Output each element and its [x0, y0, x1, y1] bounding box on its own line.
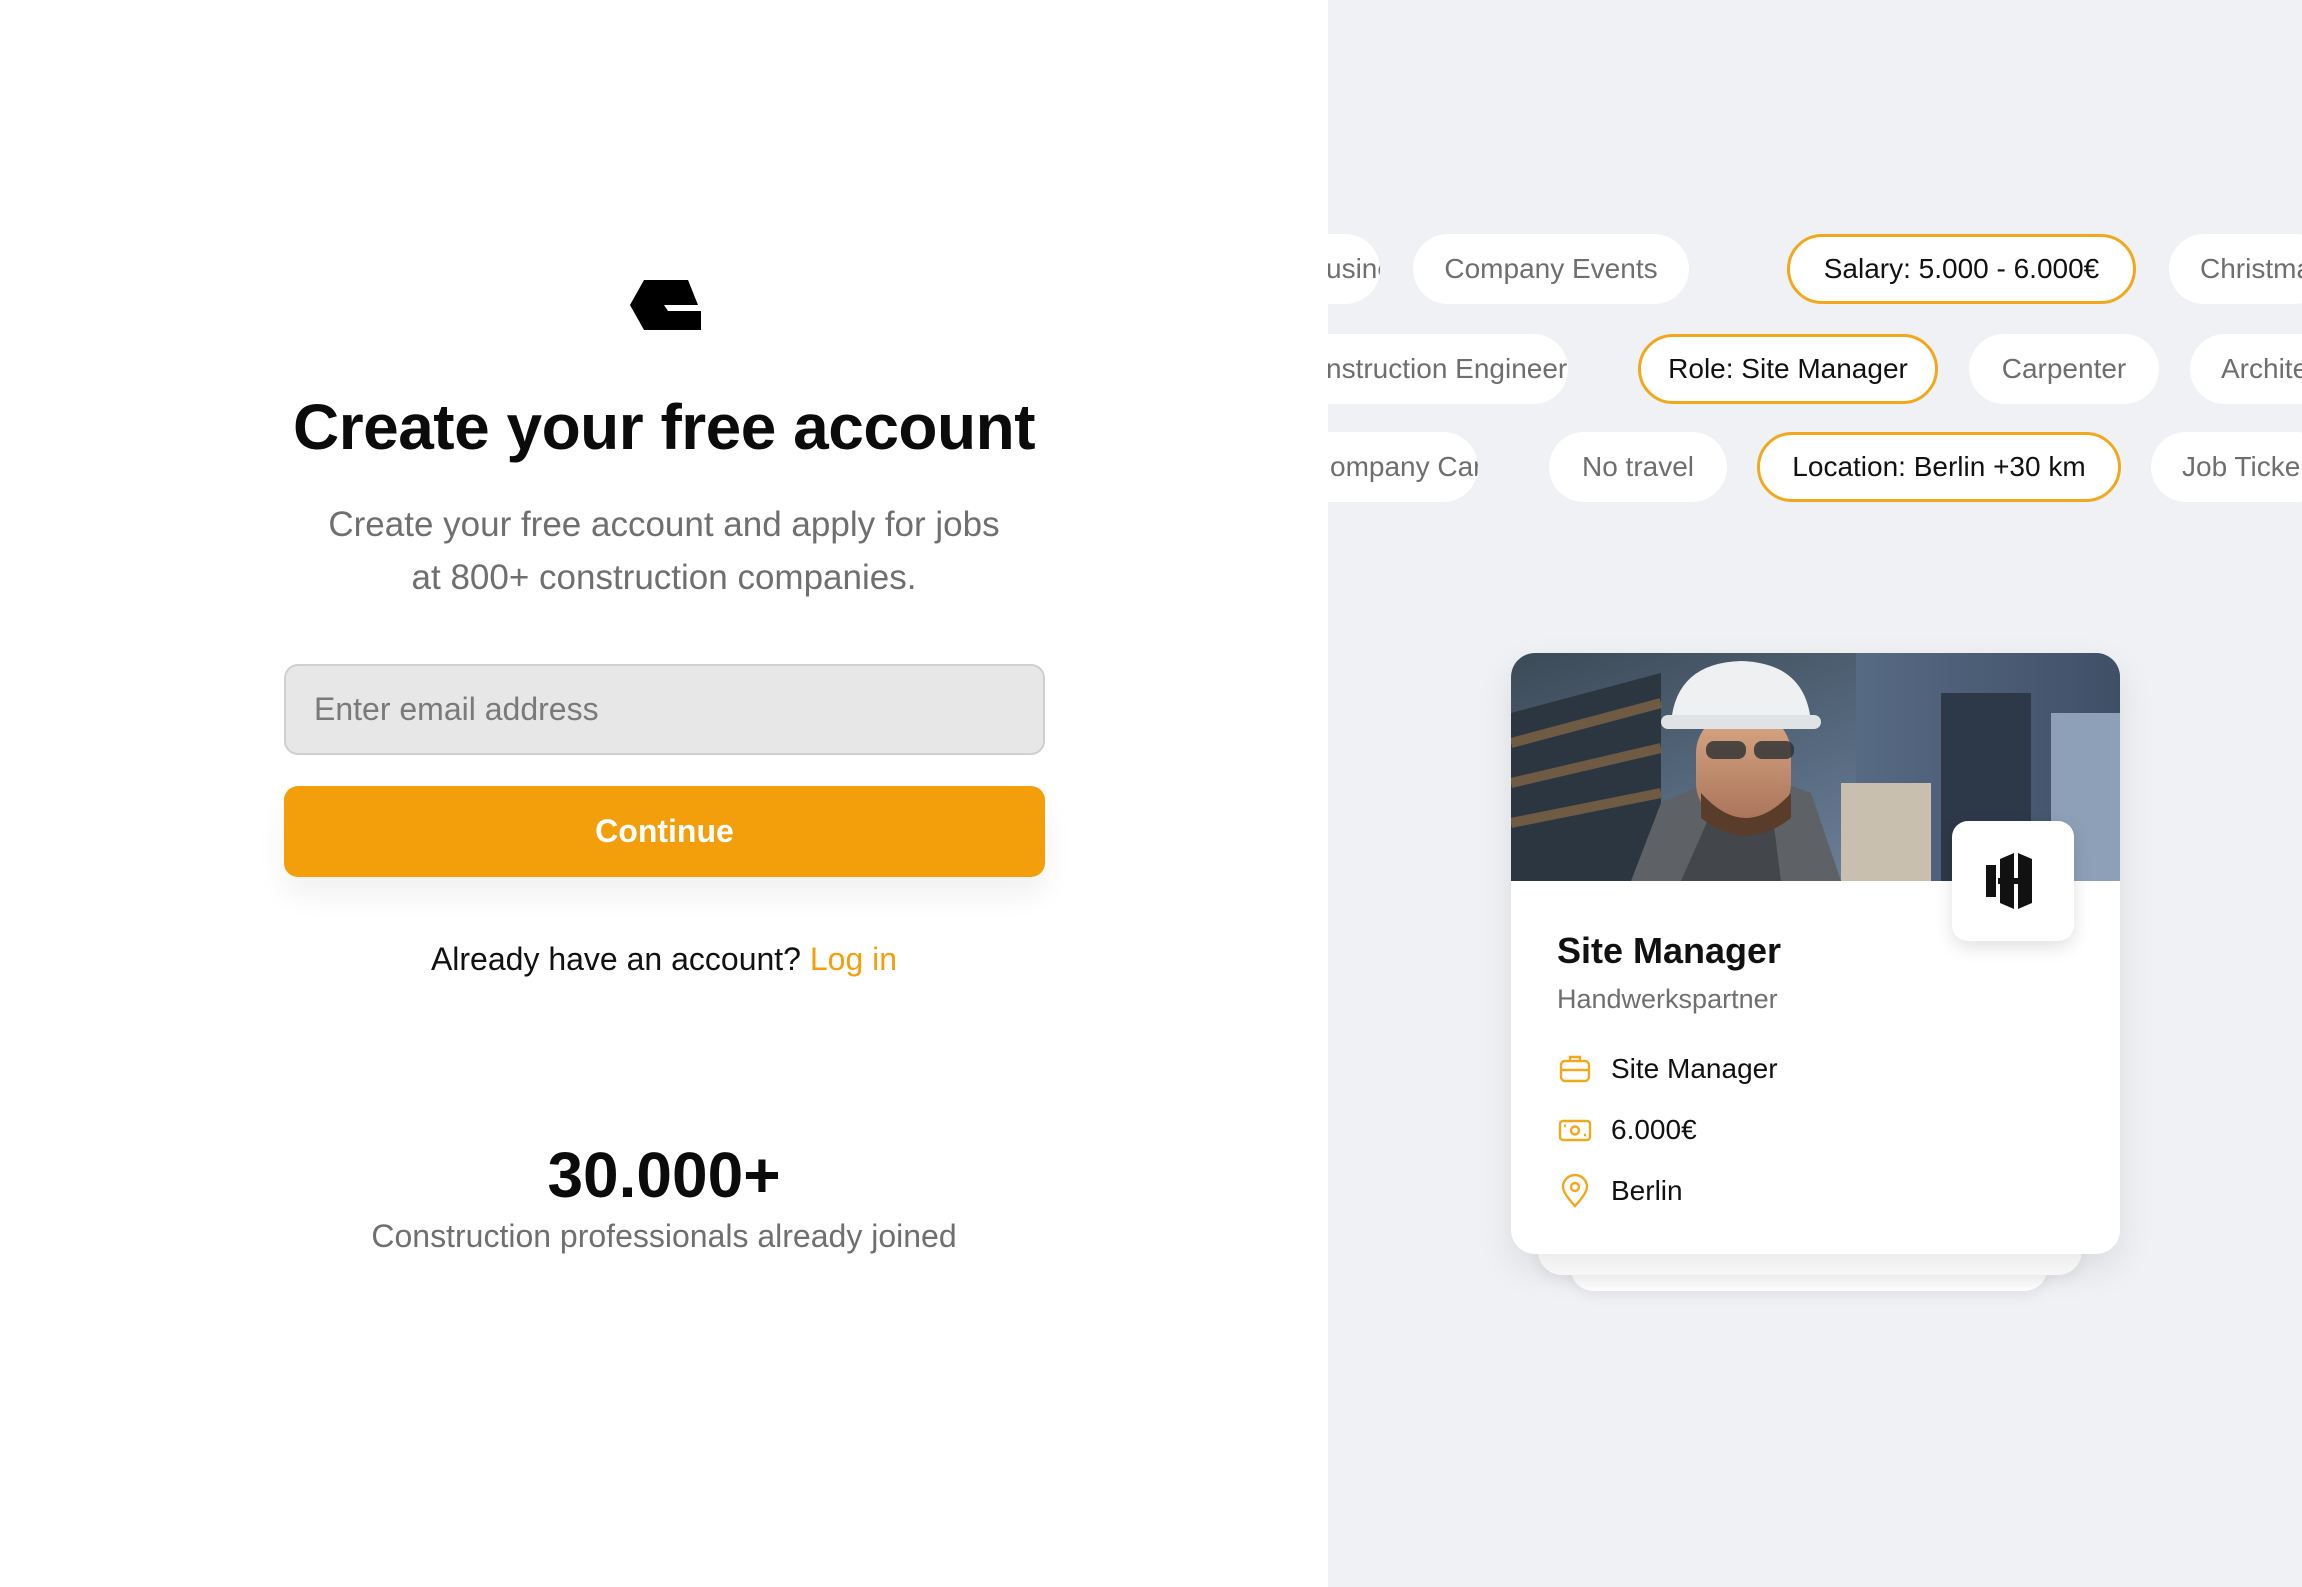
job-card[interactable]: Site Manager Handwerkspartner Site Manag…: [1511, 653, 2120, 1254]
login-prompt-text: Already have an account?: [430, 941, 801, 977]
chip-carpenter[interactable]: Carpenter: [1969, 334, 2159, 404]
detail-location: Berlin: [1557, 1171, 1683, 1211]
joined-count-label: Construction professionals already joine…: [371, 1218, 957, 1254]
briefcase-icon: [1559, 1055, 1591, 1083]
banknote-icon: [1558, 1119, 1592, 1142]
page-title: Create your free account: [292, 391, 1036, 463]
detail-location-text: Berlin: [1611, 1175, 1683, 1206]
email-input[interactable]: [284, 664, 1045, 755]
chip-salary[interactable]: Salary: 5.000 - 6.000€: [1787, 234, 2136, 304]
login-link[interactable]: Log in: [810, 941, 897, 977]
page-subtitle: Create your free account and apply for j…: [0, 498, 1328, 604]
chip-construction-engineer[interactable]: nstruction Engineer: [1328, 334, 1568, 404]
joined-count: 30.000+: [547, 1139, 781, 1211]
chip-job-ticket[interactable]: Job Ticke: [2151, 432, 2302, 502]
signup-panel: Create your free account Create your fre…: [0, 0, 1328, 1587]
chip-label: No travel: [1581, 451, 1695, 482]
chip-label: nstruction Engineer: [1328, 353, 1568, 384]
subtitle-line-1: Create your free account and apply for j…: [328, 505, 1000, 544]
chip-label: Job Ticke: [2182, 451, 2301, 482]
chip-christmas[interactable]: Christma: [2169, 234, 2302, 304]
chip-label: Role: Site Manager: [1668, 353, 1908, 384]
chip-label: ompany Car: [1330, 451, 1478, 482]
company-logo-icon: [1952, 821, 2074, 941]
chip-row-2: nstruction Engineer Role: Site Manager C…: [1328, 334, 2302, 404]
subtitle-line-2: at 800+ construction companies.: [411, 558, 917, 597]
chip-label: usiness: [1328, 253, 1380, 284]
detail-role-text: Site Manager: [1611, 1053, 1778, 1084]
map-pin-icon: [1561, 1173, 1589, 1208]
chip-row-3: ompany Car No travel Location: Berlin +3…: [1328, 432, 2302, 502]
chip-company-car[interactable]: ompany Car: [1328, 432, 1478, 502]
login-prompt-row: Already have an account? Log in: [0, 941, 1328, 978]
detail-salary-text: 6.000€: [1611, 1114, 1697, 1145]
detail-role: Site Manager: [1557, 1049, 1778, 1089]
showcase-panel: usiness Company Events Salary: 5.000 - 6…: [1328, 0, 2302, 1587]
chip-architect[interactable]: Archite: [2190, 334, 2302, 404]
continue-button[interactable]: Continue: [284, 786, 1045, 877]
chip-business[interactable]: usiness: [1328, 234, 1380, 304]
chip-no-travel[interactable]: No travel: [1549, 432, 1727, 502]
chip-label: Archite: [2221, 353, 2302, 384]
detail-salary: 6.000€: [1557, 1110, 1697, 1150]
chip-location[interactable]: Location: Berlin +30 km: [1757, 432, 2121, 502]
chip-label: Salary: 5.000 - 6.000€: [1823, 253, 2100, 284]
chip-label: Company Events: [1444, 253, 1658, 284]
job-title: Site Manager: [1557, 930, 1782, 971]
chip-label: Carpenter: [2001, 353, 2127, 384]
chip-label: Location: Berlin +30 km: [1792, 451, 2086, 482]
chip-role[interactable]: Role: Site Manager: [1638, 334, 1938, 404]
company-name: Handwerkspartner: [1557, 984, 1778, 1014]
chip-label: Christma: [2200, 253, 2302, 284]
chip-company-events[interactable]: Company Events: [1413, 234, 1689, 304]
brand-logo-icon: [628, 276, 702, 334]
chip-row-1: usiness Company Events Salary: 5.000 - 6…: [1328, 234, 2302, 304]
